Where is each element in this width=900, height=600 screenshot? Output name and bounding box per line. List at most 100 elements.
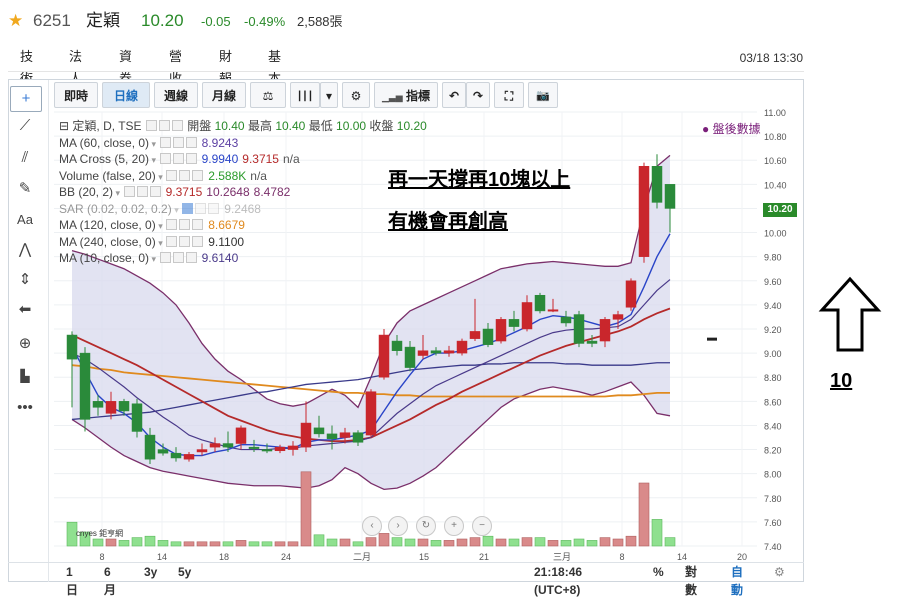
legend-close-icon[interactable] bbox=[192, 169, 204, 181]
legend-close-icon[interactable] bbox=[149, 186, 161, 197]
y-tick-label: 9.20 bbox=[764, 325, 782, 335]
legend-indicator-label[interactable]: Volume (false, 20) bbox=[59, 169, 156, 183]
x-tick-label: 三月 bbox=[553, 552, 571, 562]
volume-bar bbox=[326, 538, 338, 547]
legend-indicator-label[interactable]: MA (60, close, 0) bbox=[59, 136, 149, 150]
y-tick-label: 10.40 bbox=[764, 180, 787, 190]
legend-eye-icon[interactable] bbox=[159, 136, 171, 148]
after-hours-data[interactable]: ● 盤後數據 bbox=[702, 120, 761, 137]
candle-body bbox=[170, 452, 182, 459]
legend-eye-icon[interactable] bbox=[166, 169, 178, 181]
legend-row: Volume (false, 20) ▾ 2.588K n/a bbox=[59, 168, 427, 185]
volume-bar bbox=[339, 538, 351, 547]
legend-eye-icon[interactable] bbox=[159, 153, 171, 164]
legend-close-icon[interactable] bbox=[185, 136, 197, 148]
legend-chevron-down-icon[interactable]: ▾ bbox=[149, 254, 159, 264]
volume-bar bbox=[586, 540, 598, 547]
legend-eye-icon[interactable] bbox=[182, 202, 194, 214]
candle-body bbox=[274, 446, 286, 452]
legend-indicator-value: 10.2648 bbox=[206, 185, 250, 199]
legend-close-icon[interactable] bbox=[185, 153, 197, 164]
legend-row: BB (20, 2) ▾ 9.3715 10.2648 8.4782 bbox=[59, 184, 427, 201]
legend-eye-icon[interactable] bbox=[123, 186, 135, 197]
legend-chevron-down-icon[interactable]: ▾ bbox=[149, 155, 159, 165]
candle-body bbox=[261, 449, 273, 452]
legend-settings-icon[interactable] bbox=[195, 202, 207, 214]
candle-body bbox=[339, 432, 351, 438]
legend-settings-icon[interactable] bbox=[179, 235, 191, 247]
legend-indicator-label[interactable]: MA (10, close, 0) bbox=[59, 251, 149, 265]
x-tick-label: 14 bbox=[677, 552, 687, 562]
y-tick-label: 8.00 bbox=[764, 470, 782, 480]
candle-body bbox=[469, 331, 481, 339]
legend-settings-icon[interactable] bbox=[179, 169, 191, 181]
legend-close-icon[interactable] bbox=[192, 219, 204, 230]
volume-bar bbox=[482, 535, 494, 547]
price-chart[interactable]: 11.00 10.80 10.60 10.40 10.20 10.00 9.80 9.60 9.… bbox=[0, 0, 900, 600]
legend-settings-icon[interactable] bbox=[172, 153, 184, 164]
legend-indicator-value: 9.3715 bbox=[165, 185, 203, 199]
legend-chevron-down-icon[interactable]: ▾ bbox=[113, 188, 123, 198]
percent-toggle[interactable]: % bbox=[653, 563, 664, 581]
legend-indicator-label[interactable]: SAR (0.02, 0.02, 0.2) bbox=[59, 202, 172, 216]
volume-bar bbox=[495, 538, 507, 547]
y-tick-label: 8.20 bbox=[764, 446, 782, 456]
legend-close-icon[interactable] bbox=[208, 202, 220, 214]
volume-bar bbox=[131, 537, 143, 547]
legend-eye-icon[interactable] bbox=[166, 235, 178, 247]
volume-bar bbox=[300, 471, 312, 547]
legend-settings-icon[interactable] bbox=[172, 252, 184, 263]
annotation-line-1: 再一天撐再10塊以上 bbox=[388, 169, 571, 191]
legend-indicator-label[interactable]: BB (20, 2) bbox=[59, 185, 113, 199]
y-tick-label: 8.60 bbox=[764, 397, 782, 407]
legend-row: SAR (0.02, 0.02, 0.2) ▾ 9.2468 bbox=[59, 201, 427, 218]
reset-icon[interactable]: ↻ bbox=[416, 516, 436, 536]
legend-eye-icon[interactable] bbox=[166, 219, 178, 230]
auto-toggle[interactable]: 自動 bbox=[731, 563, 743, 599]
legend-chevron-down-icon[interactable]: ▾ bbox=[156, 172, 166, 182]
candle-body bbox=[222, 443, 234, 448]
candle-body bbox=[235, 427, 247, 444]
legend-chevron-down-icon[interactable]: ▾ bbox=[149, 139, 159, 149]
legend-indicator-label[interactable]: MA (120, close, 0) bbox=[59, 218, 156, 232]
legend-indicator-label[interactable]: MA (240, close, 0) bbox=[59, 235, 156, 249]
close-value: 10.20 bbox=[396, 119, 427, 133]
legend-indicator-label[interactable]: MA Cross (5, 20) bbox=[59, 152, 149, 166]
annotation-line-2: 有機會再創高 bbox=[388, 211, 508, 233]
legend-chevron-down-icon[interactable]: ▾ bbox=[156, 238, 166, 248]
legend-chevron-down-icon[interactable]: ▾ bbox=[156, 221, 166, 231]
candle-body bbox=[651, 166, 663, 203]
candle-body bbox=[482, 328, 494, 345]
range-6m[interactable]: 6月 bbox=[104, 563, 116, 599]
range-3y[interactable]: 3y bbox=[144, 563, 157, 581]
legend-row: MA (240, close, 0) ▾ 9.1100 bbox=[59, 234, 427, 251]
zoom-out-icon[interactable]: − bbox=[472, 516, 492, 536]
legend-close-icon[interactable] bbox=[185, 252, 197, 263]
y-tick-label: 11.00 bbox=[764, 108, 786, 118]
legend-indicator-value: 8.9243 bbox=[201, 135, 239, 150]
range-1d[interactable]: 1日 bbox=[66, 563, 78, 599]
legend-eye-icon[interactable] bbox=[159, 252, 171, 263]
log-toggle[interactable]: 對數 bbox=[685, 563, 697, 599]
volume-bar bbox=[261, 541, 273, 547]
y-tick-label: 8.80 bbox=[764, 373, 782, 383]
legend-close-icon[interactable] bbox=[192, 235, 204, 247]
candle-body bbox=[495, 319, 507, 342]
legend-close-icon[interactable] bbox=[171, 120, 183, 131]
y-tick-label: 7.40 bbox=[764, 542, 782, 552]
legend-settings-icon[interactable] bbox=[158, 120, 170, 131]
legend-settings-icon[interactable] bbox=[179, 219, 191, 230]
legend-settings-icon[interactable] bbox=[136, 186, 148, 197]
legend-collapse-icon[interactable]: ⊟ bbox=[59, 119, 69, 133]
legend-chevron-down-icon[interactable]: ▾ bbox=[172, 205, 182, 215]
volume-bar bbox=[625, 535, 637, 547]
zoom-in-icon[interactable]: + bbox=[444, 516, 464, 536]
settings-gear-icon[interactable]: ⚙ bbox=[774, 563, 785, 581]
candle-body bbox=[599, 319, 611, 342]
legend-eye-icon[interactable] bbox=[145, 120, 157, 131]
range-5y[interactable]: 5y bbox=[178, 563, 191, 581]
scroll-right-icon[interactable]: › bbox=[388, 516, 408, 536]
candle-body bbox=[417, 350, 429, 356]
legend-settings-icon[interactable] bbox=[172, 136, 184, 148]
scroll-left-icon[interactable]: ‹ bbox=[362, 516, 382, 536]
